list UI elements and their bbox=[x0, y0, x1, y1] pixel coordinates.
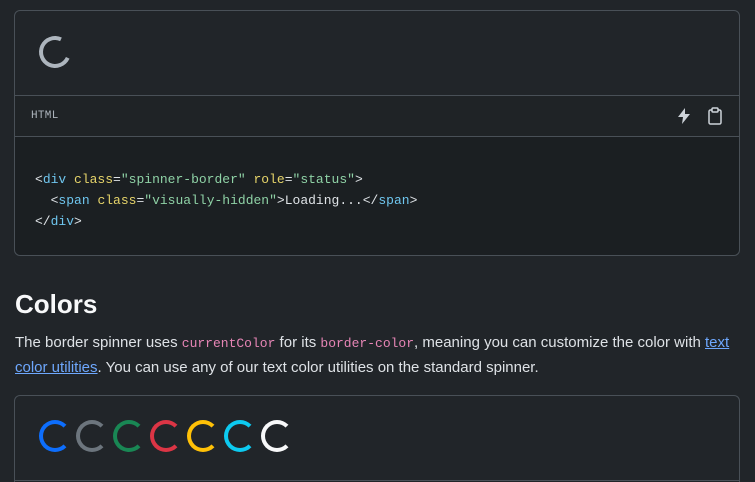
clipboard-icon[interactable] bbox=[706, 107, 724, 125]
lightning-icon[interactable] bbox=[675, 107, 693, 125]
spinner-border bbox=[34, 31, 76, 73]
spinner-secondary bbox=[76, 420, 108, 452]
section-heading: Colors bbox=[15, 289, 98, 319]
desc-text: for its bbox=[275, 334, 321, 351]
code-toolbar: HTML bbox=[15, 96, 739, 137]
code-line-1: <div class="spinner-border" role="status… bbox=[35, 172, 363, 187]
desc-text: . You can use any of our text color util… bbox=[97, 359, 539, 376]
example-preview bbox=[15, 11, 739, 96]
desc-text: The border spinner uses bbox=[15, 334, 182, 351]
spinner-info bbox=[224, 420, 256, 452]
example-block-colors bbox=[14, 395, 740, 482]
spinner-success bbox=[113, 420, 145, 452]
example-preview-colors bbox=[15, 396, 739, 481]
code-line-2: <span class="visually-hidden">Loading...… bbox=[50, 193, 418, 208]
inline-code-border-color: border-color bbox=[320, 336, 415, 351]
spinner-danger bbox=[150, 420, 182, 452]
desc-text: , meaning you can customize the color wi… bbox=[414, 334, 706, 351]
section-description: The border spinner uses currentColor for… bbox=[15, 331, 741, 380]
spinner-primary bbox=[39, 420, 71, 452]
spinner-warning bbox=[187, 420, 219, 452]
spinner-light bbox=[261, 420, 293, 452]
inline-code-currentcolor: currentColor bbox=[181, 336, 276, 351]
code-language-label: HTML bbox=[31, 110, 59, 122]
code-snippet: <div class="spinner-border" role="status… bbox=[15, 137, 739, 255]
example-block-spinner: HTML <div class="spinner-border" role="s… bbox=[14, 10, 740, 256]
code-line-3: </div> bbox=[35, 214, 82, 229]
